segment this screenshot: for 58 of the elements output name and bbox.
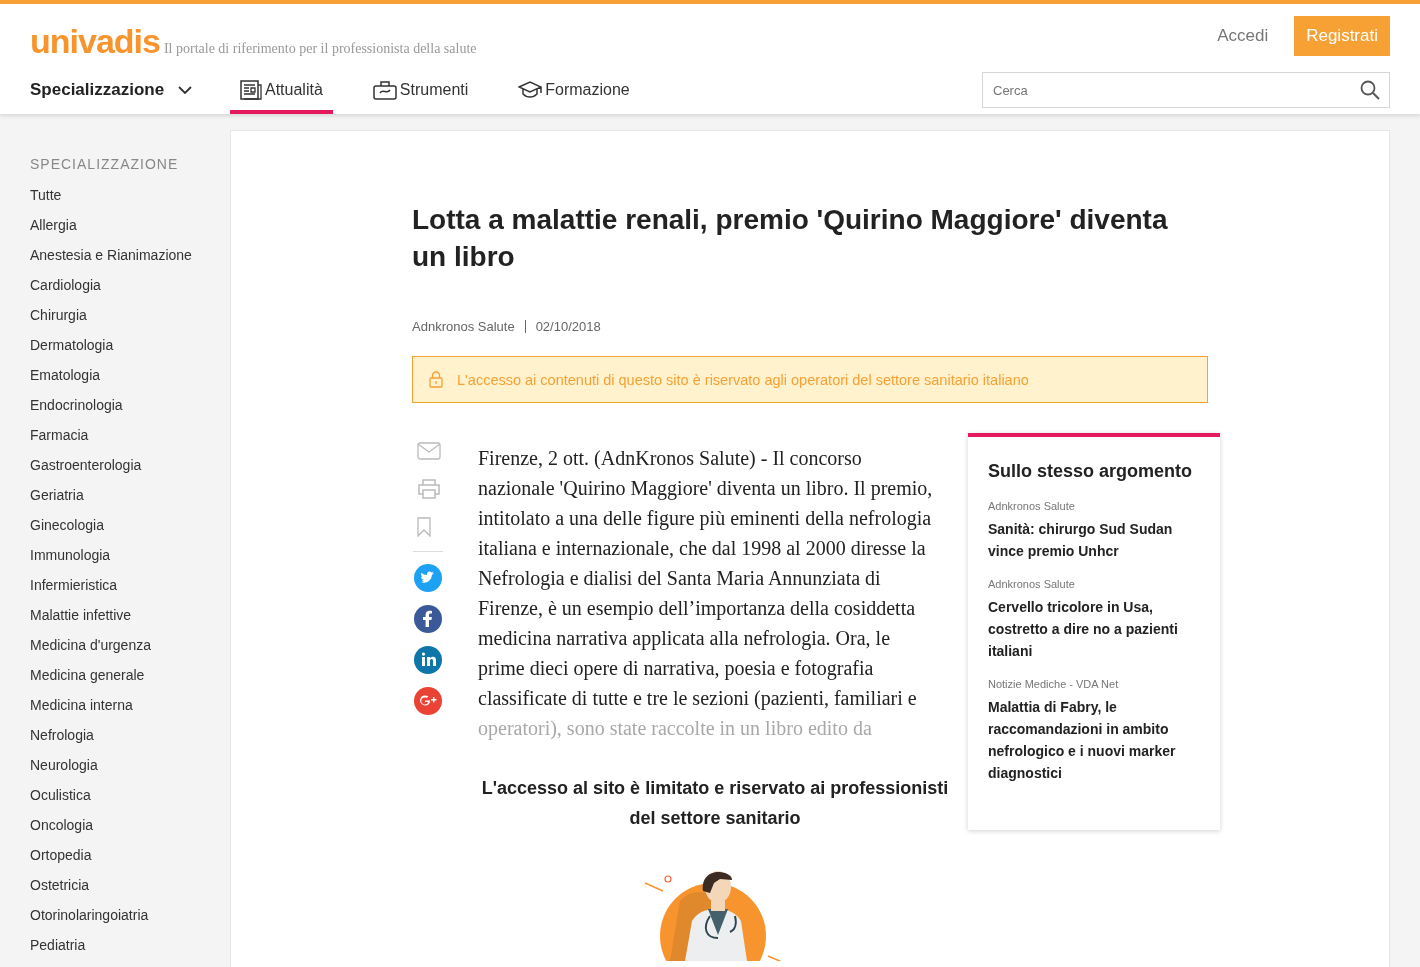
sidebar-item[interactable]: Neurologia — [30, 750, 98, 780]
related-heading: Sullo stesso argomento — [988, 461, 1194, 482]
related-article-link[interactable]: Cervello tricolore in Usa, costretto a dire no a pazienti italiani — [988, 596, 1200, 662]
search-icon[interactable] — [1360, 80, 1380, 100]
twitter-icon[interactable] — [414, 564, 442, 592]
sidebar-item[interactable]: Endocrinologia — [30, 390, 123, 420]
article-body-faded: operatori), sono state raccolte in un libro edito da — [478, 716, 873, 742]
sidebar-item[interactable]: Chirurgia — [30, 300, 87, 330]
login-link[interactable]: Accedi — [1217, 26, 1269, 46]
search-field[interactable]: Cerca — [982, 72, 1390, 108]
sidebar-item[interactable]: Cardiologia — [30, 270, 101, 300]
sidebar-item[interactable]: Allergia — [30, 210, 77, 240]
lock-icon — [429, 371, 443, 388]
notice-text: L'accesso ai contenuti di questo sito è riservato agli operatori del settore sanitario italiano — [457, 371, 1029, 388]
sidebar-item[interactable]: Tutte — [30, 180, 62, 210]
sidebar-item[interactable]: Anestesia e Rianimazione — [30, 240, 192, 270]
sidebar-item[interactable]: Ginecologia — [30, 510, 104, 540]
sidebar-item[interactable]: Farmacia — [30, 420, 89, 450]
sidebar-item[interactable]: Immunologia — [30, 540, 111, 570]
related-article-link[interactable]: Malattia di Fabry, le raccomandazioni in ambito nefrologico e i nuovi marker diagnostici — [988, 696, 1200, 784]
sidebar-item[interactable]: Geriatria — [30, 480, 84, 510]
restricted-message: L'accesso al sito è limitato e riservato ai professionisti del settore sanitario — [480, 777, 950, 830]
sidebar-item[interactable]: Oncologia — [30, 810, 94, 840]
sidebar-item[interactable]: Medicina generale — [30, 660, 145, 690]
article-body: Firenze, 2 ott. (AdnKronos Salute) - Il concorso nazionale 'Quirino Maggiore' diventa un libro. Il premio, intitolato a una delle figure più eminenti della nefrologia italiana e internazionale, che dal 1998 al 2000 diresse la Nefrologia e dialisi del Santa Maria Annunziata di Firenze, è un esempio dell’importanza della cosiddetta medicina narrativa applicata alla nefrologia. Ora, le prime dieci opere di narrativa, poesia e fotografia classificate di tutte e tre le sezioni (pazienti, familiari e — [478, 446, 934, 712]
sidebar-item[interactable]: Ostetricia — [30, 870, 90, 900]
article-source: Adnkronos Salute — [412, 319, 515, 334]
newspaper-icon — [240, 80, 262, 100]
sidebar-item[interactable]: Pediatria — [30, 930, 86, 960]
google-icon[interactable] — [414, 687, 442, 715]
nav-tab[interactable]: Formazione — [508, 66, 640, 114]
sidebar-item[interactable]: Medicina interna — [30, 690, 133, 720]
specialty-dropdown[interactable]: Specializzazione — [30, 80, 230, 100]
sidebar-item[interactable]: Malattie infettive — [30, 600, 132, 630]
linkedin-icon[interactable] — [414, 646, 442, 674]
tagline: Il portale di riferimento per il professionista della salute — [163, 41, 477, 57]
nav-tab[interactable]: Attualità — [230, 66, 333, 114]
chevron-down-icon — [178, 85, 193, 95]
sidebar-item[interactable]: Dermatologia — [30, 330, 114, 360]
sidebar-item[interactable]: Otorinolaringoiatria — [30, 900, 149, 930]
related-source: Adnkronos Salute — [988, 578, 1075, 590]
article-title: Lotta a malattie renali, premio 'Quirino Maggiore' diventa un libro — [412, 203, 1169, 274]
sidebar-heading: SPECIALIZZAZIONE — [30, 156, 179, 172]
article-date: 02/10/2018 — [535, 319, 601, 334]
sidebar-item[interactable]: Ematologia — [30, 360, 101, 390]
sidebar-item[interactable]: Medicina d'urgenza — [30, 630, 151, 660]
related-source: Notizie Mediche - VDA Net — [988, 678, 1119, 690]
sidebar-item[interactable]: Nefrologia — [30, 720, 94, 750]
facebook-icon[interactable] — [414, 605, 442, 633]
related-source: Adnkronos Salute — [988, 500, 1075, 512]
medical-bag-icon — [372, 80, 397, 100]
nav-tab[interactable]: Strumenti — [362, 66, 479, 114]
sidebar-item[interactable]: Ortopedia — [30, 840, 92, 870]
graduation-cap-icon — [518, 81, 543, 99]
related-article-link[interactable]: Sanità: chirurgo Sud Sudan vince premio Unhcr — [988, 518, 1200, 562]
sidebar-item[interactable]: Oculistica — [30, 780, 91, 810]
sidebar-item[interactable]: Gastroenterologia — [30, 450, 142, 480]
sidebar-item[interactable]: Infermieristica — [30, 570, 118, 600]
